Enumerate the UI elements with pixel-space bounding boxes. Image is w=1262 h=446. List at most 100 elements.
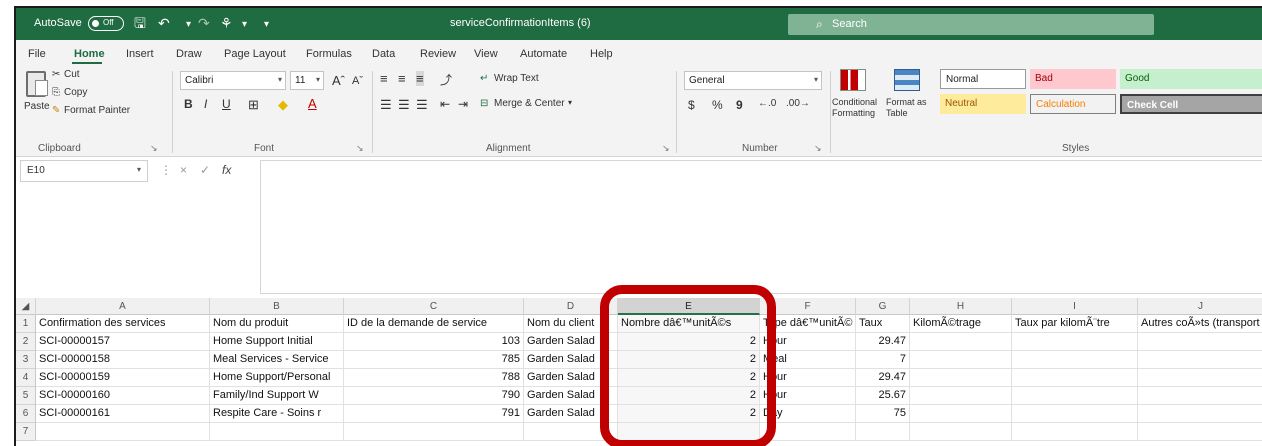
align-middle-icon[interactable]: ≡ — [398, 71, 406, 86]
fill-color-icon[interactable]: ◆ — [278, 97, 288, 113]
column-header-g[interactable]: G — [856, 298, 910, 315]
cell-f[interactable]: Hour — [760, 369, 856, 387]
enter-icon[interactable]: ✓ — [200, 163, 210, 177]
cell-c[interactable] — [344, 423, 524, 441]
cell-a[interactable]: SCI-00000160 — [36, 387, 210, 405]
cell-c[interactable]: 791 — [344, 405, 524, 423]
cell-g[interactable]: 29.47 — [856, 333, 910, 351]
row-header[interactable]: 7 — [16, 423, 36, 441]
row-header[interactable]: 3 — [16, 351, 36, 369]
header-cell-i[interactable]: Taux par kilomÃ¨tre — [1012, 315, 1138, 333]
tab-automate[interactable]: Automate — [520, 48, 567, 60]
format-painter-icon[interactable]: ✎ — [52, 105, 60, 116]
bold-button[interactable]: B — [184, 97, 193, 111]
select-all-corner[interactable]: ◢ — [16, 298, 36, 315]
cell-a[interactable]: SCI-00000157 — [36, 333, 210, 351]
tab-draw[interactable]: Draw — [176, 48, 202, 60]
cell-c[interactable]: 103 — [344, 333, 524, 351]
cell-e[interactable]: 2 — [618, 333, 760, 351]
cell-i[interactable] — [1012, 369, 1138, 387]
customize-icon[interactable]: ⚘ — [220, 16, 233, 30]
wrap-text-button[interactable]: Wrap Text — [494, 73, 539, 84]
row-header[interactable]: 1 — [16, 315, 36, 333]
borders-icon[interactable]: ⊞ — [248, 97, 259, 113]
font-name-select[interactable]: Calibri ▾ — [180, 71, 286, 90]
format-as-table-icon[interactable] — [894, 69, 920, 91]
more-icon[interactable]: ▾ — [264, 18, 269, 32]
quick-access-dropdown-icon[interactable]: ▾ — [242, 18, 247, 32]
cell-c[interactable]: 788 — [344, 369, 524, 387]
cell-i[interactable] — [1012, 423, 1138, 441]
column-header-f[interactable]: F — [760, 298, 856, 315]
cell-j[interactable] — [1138, 333, 1262, 351]
cell-j[interactable] — [1138, 423, 1262, 441]
save-icon[interactable]: 🖫 — [134, 16, 146, 30]
cell-a[interactable]: SCI-00000159 — [36, 369, 210, 387]
cell-e[interactable] — [618, 423, 760, 441]
cell-i[interactable] — [1012, 351, 1138, 369]
cell-d[interactable]: Garden Salad — [524, 387, 618, 405]
cell-e[interactable]: 2 — [618, 369, 760, 387]
clipboard-launcher-icon[interactable]: ↘ — [150, 143, 158, 154]
insert-function-icon[interactable]: fx — [222, 163, 231, 177]
cut-button[interactable]: Cut — [64, 69, 80, 80]
cell-e[interactable]: 2 — [618, 351, 760, 369]
cell-h[interactable] — [910, 351, 1012, 369]
increase-decimal-icon[interactable]: ←.0 — [758, 98, 776, 109]
style-neutral[interactable]: Neutral — [940, 94, 1026, 114]
cell-g[interactable]: 29.47 — [856, 369, 910, 387]
cell-j[interactable] — [1138, 351, 1262, 369]
cell-b[interactable]: Respite Care - Soins r — [210, 405, 344, 423]
cell-j[interactable] — [1138, 369, 1262, 387]
cell-d[interactable]: Garden Salad — [524, 405, 618, 423]
header-cell-b[interactable]: Nom du produit — [210, 315, 344, 333]
header-cell-d[interactable]: Nom du client — [524, 315, 618, 333]
cell-b[interactable]: Meal Services - Service — [210, 351, 344, 369]
row-header[interactable]: 5 — [16, 387, 36, 405]
format-as-table-button[interactable]: Format as Table — [886, 97, 930, 119]
alignment-launcher-icon[interactable]: ↘ — [662, 143, 670, 154]
cell-b[interactable]: Family/Ind Support W — [210, 387, 344, 405]
style-bad[interactable]: Bad — [1030, 69, 1116, 89]
font-launcher-icon[interactable]: ↘ — [356, 143, 364, 154]
copy-icon[interactable]: ⎘ — [52, 87, 60, 98]
cell-h[interactable] — [910, 387, 1012, 405]
align-top-icon[interactable]: ≡ — [380, 71, 388, 86]
conditional-formatting-button[interactable]: Conditional Formatting — [832, 97, 888, 119]
wrap-text-icon[interactable]: ↵ — [480, 73, 488, 84]
search-box[interactable]: ⌕ Search — [788, 14, 1154, 35]
tab-view[interactable]: View — [474, 48, 498, 60]
file-name[interactable]: serviceConfirmationItems (6) — [450, 17, 591, 29]
undo-icon[interactable]: ↶ — [158, 16, 170, 30]
cell-d[interactable]: Garden Salad — [524, 333, 618, 351]
header-cell-j[interactable]: Autres coÃ»ts (transport — [1138, 315, 1262, 333]
cell-h[interactable] — [910, 333, 1012, 351]
cell-d[interactable] — [524, 423, 618, 441]
paste-button[interactable]: Paste — [24, 101, 50, 112]
header-cell-h[interactable]: KilomÃ©trage — [910, 315, 1012, 333]
header-cell-a[interactable]: Confirmation des services — [36, 315, 210, 333]
row-header[interactable]: 6 — [16, 405, 36, 423]
cell-i[interactable] — [1012, 405, 1138, 423]
tab-review[interactable]: Review — [420, 48, 456, 60]
font-color-icon[interactable]: A — [308, 96, 317, 111]
copy-button[interactable]: Copy — [64, 87, 87, 98]
formula-input[interactable] — [260, 160, 1262, 294]
autosave-toggle[interactable]: Off — [88, 16, 124, 31]
column-header-d[interactable]: D — [524, 298, 618, 315]
chevron-down-icon[interactable]: ▾ — [568, 98, 572, 107]
header-cell-c[interactable]: ID de la demande de service — [344, 315, 524, 333]
cell-g[interactable]: 25.67 — [856, 387, 910, 405]
cell-f[interactable] — [760, 423, 856, 441]
cell-e[interactable]: 2 — [618, 387, 760, 405]
style-calculation[interactable]: Calculation — [1030, 94, 1116, 114]
column-header-a[interactable]: A — [36, 298, 210, 315]
cell-f[interactable]: Hour — [760, 387, 856, 405]
column-header-h[interactable]: H — [910, 298, 1012, 315]
column-header-c[interactable]: C — [344, 298, 524, 315]
number-format-select[interactable]: General ▾ — [684, 71, 822, 90]
cell-a[interactable]: SCI-00000161 — [36, 405, 210, 423]
shrink-font-button[interactable]: Aˇ — [352, 75, 363, 87]
row-header[interactable]: 2 — [16, 333, 36, 351]
increase-indent-icon[interactable]: ⇥ — [458, 97, 468, 111]
